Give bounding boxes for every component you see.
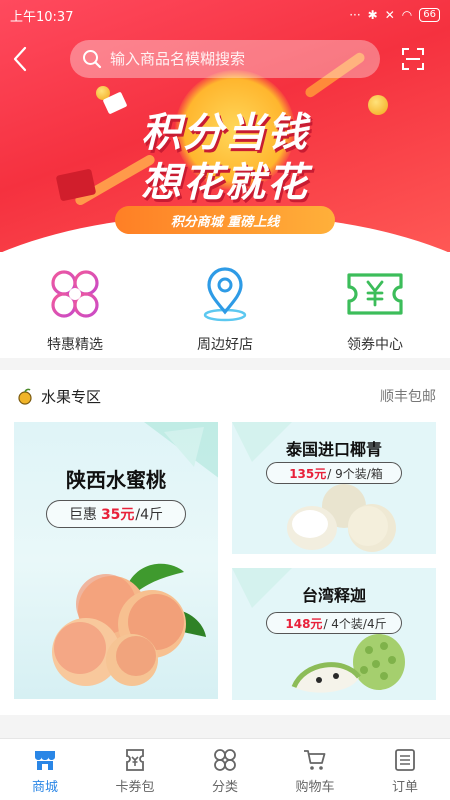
- mall-home-screen: 上午10:37 ··· ✱ ✕ ◠ 66 输入商品名模糊搜索 积分当钱 想花就花…: [0, 0, 450, 800]
- scan-icon: [402, 48, 424, 70]
- price-tag: 148元 / 4个装/4斤: [266, 612, 402, 634]
- chevron-left-icon: [13, 46, 27, 72]
- tab-label: 订单: [391, 780, 418, 795]
- bottom-nav: 商城 卡券包 分类 购物车 订单: [0, 738, 450, 800]
- search-input[interactable]: [110, 50, 360, 68]
- status-time: 上午10:37: [10, 9, 74, 25]
- price-unit: /4斤: [135, 507, 164, 523]
- quick-nav-label: 特惠精选: [47, 337, 103, 353]
- product-card-peach[interactable]: 陕西水蜜桃 巨惠 35元 /4斤: [14, 422, 218, 699]
- section-title: 水果专区: [41, 387, 102, 406]
- price-unit: / 9个装/箱: [327, 466, 383, 481]
- cart-icon: [302, 747, 328, 773]
- search-icon: [83, 50, 102, 69]
- price-value: 35元: [100, 507, 135, 523]
- section-header: 水果专区 顺丰包邮: [0, 370, 450, 422]
- category-icon: [212, 747, 238, 773]
- sugar-apple-image: [291, 634, 405, 693]
- more-dots-icon: ···: [349, 8, 361, 22]
- tab-label: 商城: [31, 780, 58, 795]
- tab-label: 分类: [211, 780, 238, 795]
- pagination-dot[interactable]: [227, 235, 232, 240]
- banner-pagination: [204, 235, 254, 241]
- tab-mall[interactable]: 商城: [0, 739, 90, 800]
- promo-banner[interactable]: 上午10:37 ··· ✱ ✕ ◠ 66 输入商品名模糊搜索 积分当钱 想花就花…: [0, 0, 450, 262]
- section-more-link[interactable]: 顺丰包邮: [380, 386, 436, 406]
- price-prefix: 巨惠: [68, 507, 97, 523]
- bluetooth-icon: ✱: [367, 8, 378, 22]
- fruit-icon: [18, 388, 32, 405]
- peach-image: [52, 563, 206, 686]
- back-button[interactable]: [0, 38, 40, 80]
- product-card-coconut[interactable]: 泰国进口椰青 135元 / 9个装/箱: [232, 422, 436, 554]
- quick-nav-coupon-center[interactable]: 领券中心: [320, 264, 430, 354]
- card-wallet-icon: [122, 747, 148, 773]
- tab-category[interactable]: 分类: [180, 739, 270, 800]
- tab-cart[interactable]: 购物车: [270, 739, 360, 800]
- product-name: 泰国进口椰青: [285, 440, 382, 459]
- quick-nav-label: 领券中心: [347, 337, 403, 353]
- order-list-icon: [392, 747, 418, 773]
- quick-nav-label: 周边好店: [197, 337, 253, 353]
- banner-title-line2: 想花就花: [141, 160, 309, 206]
- pagination-dot[interactable]: [238, 235, 243, 240]
- coconut-image: [287, 484, 396, 552]
- price-value: 148元: [285, 616, 323, 631]
- tab-orders[interactable]: 订单: [360, 739, 450, 800]
- product-card-sugar-apple[interactable]: 台湾释迦 148元 / 4个装/4斤: [232, 568, 436, 700]
- price-value: 135元: [289, 466, 327, 481]
- price-unit: / 4个装/4斤: [323, 616, 387, 631]
- quick-nav-nearby-shops[interactable]: 周边好店: [170, 264, 280, 354]
- scan-button[interactable]: [396, 42, 430, 76]
- store-icon: [32, 747, 58, 773]
- tab-label: 购物车: [295, 780, 335, 795]
- tab-label: 卡券包: [115, 780, 155, 795]
- price-tag: 巨惠 35元 /4斤: [46, 500, 186, 528]
- product-name: 台湾释迦: [301, 586, 366, 605]
- product-name: 陕西水蜜桃: [66, 468, 166, 492]
- wifi-icon: ◠: [401, 8, 413, 22]
- battery-icon: 66: [419, 8, 440, 22]
- tab-card-wallet[interactable]: 卡券包: [90, 739, 180, 800]
- location-pin-icon: [195, 264, 255, 324]
- top-bar: [0, 38, 450, 80]
- quick-nav-deals[interactable]: 特惠精选: [20, 264, 130, 354]
- pagination-dot-active[interactable]: [215, 235, 221, 241]
- search-bar[interactable]: [70, 40, 380, 78]
- quick-nav: 特惠精选 周边好店 领券中心: [0, 252, 450, 358]
- status-bar: 上午10:37 ··· ✱ ✕ ◠ 66: [0, 0, 450, 30]
- banner-subtitle: 积分商城 重磅上线: [115, 206, 335, 234]
- coupon-yen-icon: [345, 264, 405, 324]
- pagination-dot[interactable]: [249, 235, 254, 240]
- mute-icon: ✕: [384, 8, 395, 22]
- battery-level: 66: [423, 9, 436, 20]
- fruit-section: 水果专区 顺丰包邮 陕西水蜜桃 巨惠 35元 /4斤 泰国进口椰青 135元 /…: [0, 370, 450, 715]
- clover-icon: [45, 264, 105, 324]
- pagination-dot[interactable]: [204, 235, 209, 240]
